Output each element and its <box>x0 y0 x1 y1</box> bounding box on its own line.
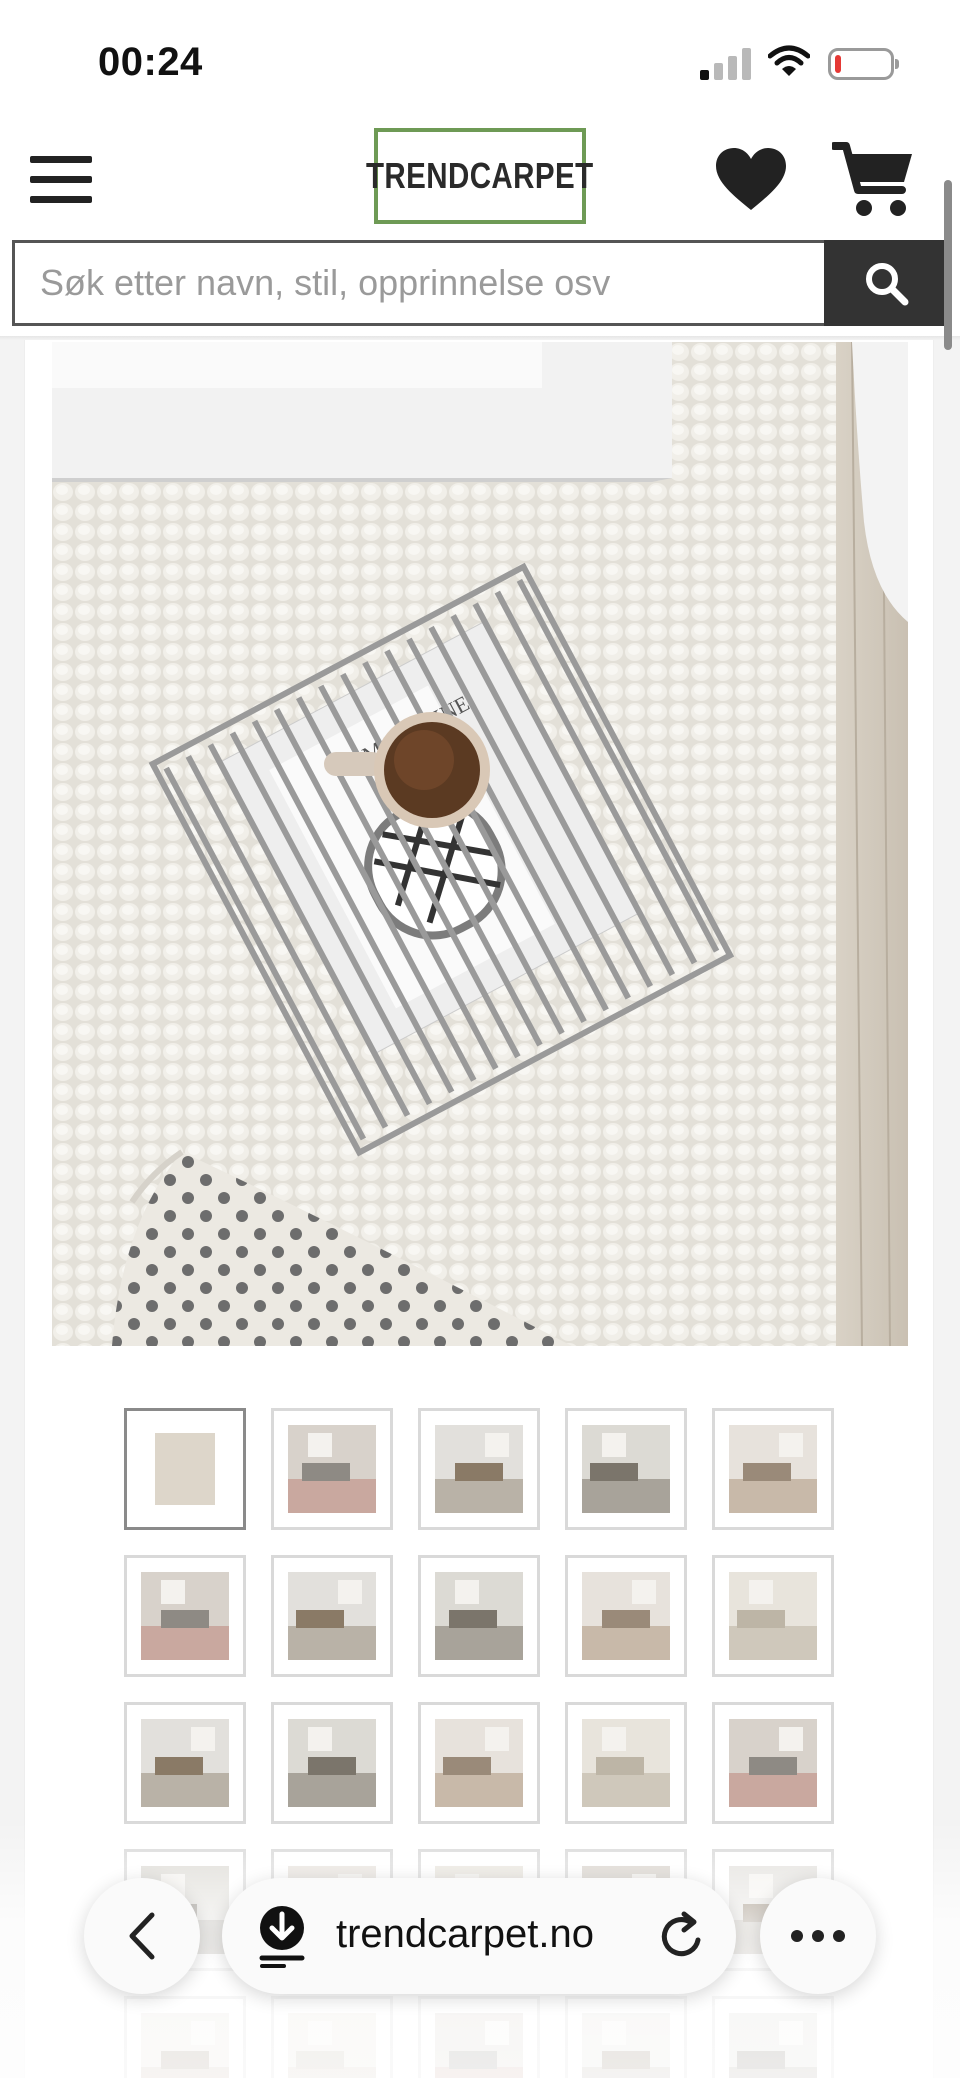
thumbnail-image <box>582 1719 670 1807</box>
thumbnail-image <box>288 1719 376 1807</box>
gallery-thumbnail[interactable] <box>271 1408 393 1530</box>
search-bar <box>12 240 948 326</box>
status-bar: 00:24 <box>0 0 960 120</box>
scrollbar[interactable] <box>944 180 952 350</box>
search-button[interactable] <box>824 240 948 326</box>
battery-level <box>835 55 841 73</box>
battery-low-icon <box>828 48 899 80</box>
gallery-thumbnail[interactable] <box>418 1555 540 1677</box>
browser-more-button[interactable] <box>760 1878 876 1994</box>
reload-icon[interactable] <box>658 1910 708 1962</box>
gallery-thumbnail[interactable] <box>712 1702 834 1824</box>
product-photo: MAGAZINE <box>52 342 908 1346</box>
gallery-thumbnail[interactable] <box>124 1408 246 1530</box>
hamburger-menu-icon[interactable] <box>30 156 92 204</box>
shopping-cart-icon[interactable] <box>832 140 916 220</box>
thumbnail-image <box>435 1425 523 1513</box>
thumbnail-image <box>288 1425 376 1513</box>
thumbnail-image <box>288 1572 376 1660</box>
thumbnail-image <box>141 1425 229 1513</box>
site-header: TRENDCARPET <box>0 120 960 240</box>
thumbnail-image <box>435 1719 523 1807</box>
heart-icon[interactable] <box>714 146 788 212</box>
search-icon <box>866 263 909 306</box>
address-bar[interactable]: trendcarpet.no <box>222 1878 736 1994</box>
gallery-thumbnail[interactable] <box>124 1702 246 1824</box>
gallery-thumbnail[interactable] <box>565 1702 687 1824</box>
search-input[interactable] <box>15 243 825 323</box>
page-gutter-right <box>934 340 960 2078</box>
more-dots-icon <box>791 1930 845 1942</box>
thumbnail-image <box>729 1572 817 1660</box>
gallery-thumbnail[interactable] <box>124 1555 246 1677</box>
thumbnail-image <box>582 1425 670 1513</box>
gallery-thumbnail[interactable] <box>565 1408 687 1530</box>
gallery-thumbnail[interactable] <box>418 1702 540 1824</box>
page-gutter-left <box>0 340 24 2078</box>
logo-text: TRENDCARPET <box>366 155 594 196</box>
thumbnail-image <box>435 1572 523 1660</box>
thumbnail-image <box>729 1719 817 1807</box>
thumbnail-image <box>729 1425 817 1513</box>
wifi-icon <box>768 45 810 76</box>
url-text: trendcarpet.no <box>336 1912 594 1956</box>
gallery-thumbnail[interactable] <box>565 1555 687 1677</box>
gallery-thumbnail[interactable] <box>271 1555 393 1677</box>
browser-back-button[interactable] <box>84 1878 200 1994</box>
gallery-thumbnail[interactable] <box>712 1408 834 1530</box>
download-icon <box>259 1906 305 1968</box>
site-logo[interactable]: TRENDCARPET <box>366 128 593 224</box>
thumbnail-image <box>582 1572 670 1660</box>
status-time: 00:24 <box>98 40 203 84</box>
gallery-thumbnail[interactable] <box>712 1555 834 1677</box>
gallery-thumbnail[interactable] <box>418 1408 540 1530</box>
thumbnail-image <box>141 1572 229 1660</box>
chevron-left-icon <box>129 1912 155 1960</box>
cellular-signal-icon <box>700 46 752 80</box>
gallery-thumbnail[interactable] <box>271 1702 393 1824</box>
thumbnail-image <box>141 1719 229 1807</box>
main-product-image[interactable]: MAGAZINE <box>52 342 908 1346</box>
